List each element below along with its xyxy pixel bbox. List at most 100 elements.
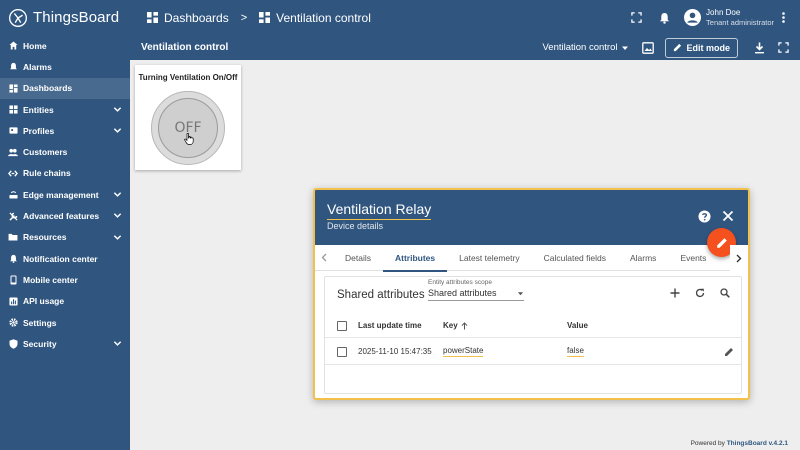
fullscreen-icon[interactable] xyxy=(628,10,644,26)
tab-attributes[interactable]: Attributes xyxy=(382,245,448,272)
tab-alarms[interactable]: Alarms xyxy=(618,245,668,271)
attribute-scope-field[interactable]: Shared attributes xyxy=(428,288,524,301)
close-icon[interactable] xyxy=(722,210,734,222)
customers-icon xyxy=(8,147,18,157)
edit-mode-button[interactable]: Edit mode xyxy=(665,37,738,58)
dashboard-grid-icon xyxy=(259,12,271,23)
pencil-icon xyxy=(674,43,682,52)
refresh-icon[interactable] xyxy=(694,287,706,299)
tab-scroll-left-icon[interactable] xyxy=(315,245,333,271)
more-vert-icon[interactable] xyxy=(778,10,788,26)
sidebar-item-alarms[interactable]: Alarms xyxy=(0,56,130,77)
sidebar-item-api-usage[interactable]: API usage xyxy=(0,291,130,312)
sidebar-item-customers[interactable]: Customers xyxy=(0,141,130,162)
tab-details[interactable]: Details xyxy=(333,245,383,271)
sidebar-item-entities[interactable]: Entities xyxy=(0,99,130,120)
row-key: powerState xyxy=(443,346,484,357)
chevron-down-icon xyxy=(113,192,122,197)
attributes-card-header: Shared attributes Entity attributes scop… xyxy=(325,277,741,313)
footer-brand-link[interactable]: ThingsBoard v.4.2.1 xyxy=(727,440,788,447)
notifications-bell-icon[interactable] xyxy=(656,10,672,26)
widget-title: Turning Ventilation On/Off xyxy=(138,73,238,82)
row-value: false xyxy=(567,346,584,357)
edit-mode-label: Edit mode xyxy=(686,42,730,53)
sidebar-item-resources[interactable]: Resources xyxy=(0,227,130,248)
profiles-icon xyxy=(8,126,18,136)
entities-icon xyxy=(8,105,18,115)
sidebar-item-label: Mobile center xyxy=(23,274,78,285)
sidebar-item-label: Customers xyxy=(23,147,68,158)
build-tools-icon xyxy=(8,211,18,221)
row-edit-icon[interactable] xyxy=(724,339,734,364)
sidebar-item-label: Notification center xyxy=(23,253,98,264)
attributes-card: Shared attributes Entity attributes scop… xyxy=(324,276,742,394)
sidebar-item-profiles[interactable]: Profiles xyxy=(0,120,130,141)
dialog-subtitle: Device details xyxy=(327,221,384,231)
breadcrumb-dashboards[interactable]: Dashboards xyxy=(164,11,229,25)
sidebar-item-label: Settings xyxy=(23,317,57,328)
tab-scroll-right-icon[interactable] xyxy=(730,245,748,271)
power-knob-face[interactable]: OFF xyxy=(158,98,218,158)
dashboard-state-value: Ventilation control xyxy=(542,42,618,53)
arrow-drop-down-icon xyxy=(517,291,524,295)
chevron-down-icon xyxy=(113,107,122,112)
sidebar-item-label: Alarms xyxy=(23,61,52,72)
column-key-label: Key xyxy=(443,321,458,330)
user-info[interactable]: John Doe Tenant administrator xyxy=(706,8,774,28)
sidebar-item-label: Profiles xyxy=(23,125,55,136)
chevron-down-icon xyxy=(113,341,122,347)
download-icon[interactable] xyxy=(752,41,766,55)
top-right-actions: John Doe Tenant administrator xyxy=(628,0,800,35)
rule-chains-icon xyxy=(8,168,18,178)
image-export-icon[interactable] xyxy=(641,41,655,55)
sidebar-item-label: Rule chains xyxy=(23,168,71,179)
user-name: John Doe xyxy=(706,7,741,17)
column-key[interactable]: Key xyxy=(443,314,468,337)
tab-calculated-fields[interactable]: Calculated fields xyxy=(532,245,618,271)
row-checkbox[interactable] xyxy=(337,346,347,357)
sidebar-item-label: Edge management xyxy=(23,189,99,200)
dialog-tabs: Details Attributes Latest telemetry Calc… xyxy=(315,245,748,272)
dashboard-actions: Ventilation control Edit mode xyxy=(542,35,800,60)
sidebar-item-notification-center[interactable]: Notification center xyxy=(0,248,130,269)
table-row[interactable]: 2025-11-10 15:47:35 powerState false xyxy=(325,339,741,365)
breadcrumb-separator: > xyxy=(240,11,248,24)
attribute-scope-select[interactable]: Entity attributes scope Shared attribute… xyxy=(428,279,524,301)
sidebar-item-dashboards[interactable]: Dashboards xyxy=(0,77,130,99)
account-avatar-icon[interactable] xyxy=(684,9,702,26)
sidebar-item-settings[interactable]: Settings xyxy=(0,312,130,333)
row-last-update-time: 2025-11-10 15:47:35 xyxy=(358,347,432,356)
powered-by-footer: Powered by ThingsBoard v.4.2.1 xyxy=(691,440,788,447)
dashboard-title: Ventilation control xyxy=(141,42,229,53)
sidebar-item-home[interactable]: Home xyxy=(0,35,130,56)
hand-pointer-cursor-icon xyxy=(184,133,194,145)
select-all-checkbox[interactable] xyxy=(337,320,347,331)
tab-events[interactable]: Events xyxy=(668,245,718,271)
dashboard-state-select[interactable]: Ventilation control xyxy=(542,42,629,53)
tab-latest-telemetry[interactable]: Latest telemetry xyxy=(447,245,531,271)
sidebar-item-rule-chains[interactable]: Rule chains xyxy=(0,163,130,184)
fullscreen-icon[interactable] xyxy=(776,41,790,55)
app-logo[interactable]: ThingsBoard xyxy=(0,8,130,28)
attributes-table-header: Last update time Key Value xyxy=(325,314,741,338)
power-knob[interactable]: OFF xyxy=(151,91,225,165)
insert-chart-icon xyxy=(8,296,18,306)
user-role: Tenant administrator xyxy=(706,17,774,27)
sidebar-item-mobile-center[interactable]: Mobile center xyxy=(0,269,130,290)
attributes-card-tools xyxy=(656,287,731,299)
dialog-header: Ventilation Relay Device details xyxy=(315,190,748,245)
chevron-down-icon xyxy=(113,234,122,240)
row-checkbox-cell xyxy=(337,339,347,364)
row-value-cell: false xyxy=(567,339,584,364)
sidebar-item-security[interactable]: Security xyxy=(0,333,130,354)
sidebar-item-edge-management[interactable]: Edge management xyxy=(0,184,130,205)
help-icon[interactable] xyxy=(698,210,711,223)
notification-icon xyxy=(8,254,18,264)
search-icon[interactable] xyxy=(719,287,731,299)
column-last-update-time[interactable]: Last update time xyxy=(358,314,422,337)
sidebar-item-label: Resources xyxy=(23,232,67,243)
sidebar-item-advanced-features[interactable]: Advanced features xyxy=(0,205,130,226)
add-icon[interactable] xyxy=(669,287,681,299)
arrow-drop-down-icon xyxy=(622,46,629,50)
column-value[interactable]: Value xyxy=(567,314,588,337)
